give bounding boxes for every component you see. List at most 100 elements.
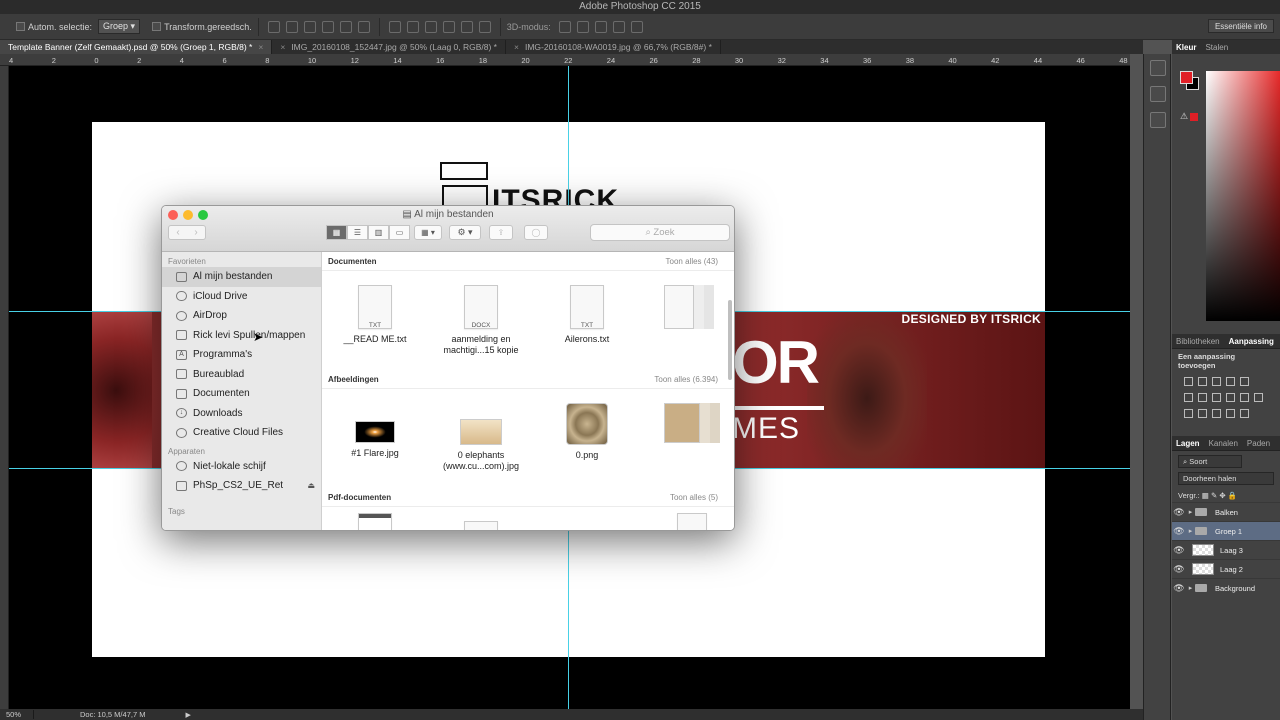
document-tab[interactable]: Template Banner (Zelf Gemaakt).psd @ 50%… (0, 40, 273, 54)
column-view-icon[interactable]: ▥ (368, 225, 389, 240)
layer-row[interactable]: 👁 Laag 3 (1172, 540, 1280, 559)
forward-button[interactable]: › (187, 226, 205, 239)
layer-kind-filter[interactable]: ⌕ Soort (1178, 455, 1242, 468)
file-item[interactable]: DOCX aanmelding en machtigi...15 kopie (428, 271, 534, 356)
selective-color-icon[interactable] (1240, 409, 1249, 418)
gamut-warning-icon[interactable]: ⚠ (1180, 111, 1188, 122)
icon-view-icon[interactable]: ▦ (326, 225, 347, 240)
list-view-icon[interactable]: ☰ (347, 225, 368, 240)
show-all-link[interactable]: Toon alles (6.394) (654, 375, 718, 384)
history-icon[interactable] (1150, 60, 1166, 76)
tab-swatches[interactable]: Stalen (1205, 43, 1228, 52)
posterize-icon[interactable] (1198, 409, 1207, 418)
sidebar-item-airdrop[interactable]: AirDrop (162, 306, 321, 326)
file-item[interactable]: 0.png (534, 389, 640, 461)
document-tab[interactable]: × IMG_20160108_152447.jpg @ 50% (Laag 0, … (272, 40, 506, 54)
slide-3d-icon[interactable] (612, 20, 625, 33)
finder-window[interactable]: ▤ Al mijn bestanden ‹ › ▦ ☰ ▥ ▭ ▦ ▾ ⚙ ▾ … (161, 205, 735, 531)
align-top-icon[interactable] (267, 20, 280, 33)
layer-row[interactable]: 👁 ▸ Groep 1 (1172, 521, 1280, 540)
distribute-center-icon[interactable] (460, 20, 473, 33)
black-white-icon[interactable] (1212, 393, 1221, 402)
close-icon[interactable]: × (280, 42, 285, 52)
coverflow-view-icon[interactable]: ▭ (389, 225, 410, 240)
tab-layers[interactable]: Lagen (1176, 439, 1200, 448)
distribute-right-icon[interactable] (478, 20, 491, 33)
distribute-middle-icon[interactable] (406, 20, 419, 33)
eject-icon[interactable]: ⏏ (307, 481, 315, 490)
lock-icons[interactable]: ▦ ✎ ✥ 🔒 (1202, 491, 1237, 500)
tag-icon[interactable]: ◯ (524, 225, 548, 240)
hue-saturation-icon[interactable] (1184, 393, 1193, 402)
eye-icon[interactable]: 👁 (1172, 526, 1186, 537)
show-all-link[interactable]: Toon alles (43) (666, 257, 718, 266)
expand-arrow-icon[interactable]: ▸ (1186, 527, 1195, 535)
color-spectrum[interactable] (1206, 71, 1280, 321)
distribute-bottom-icon[interactable] (424, 20, 437, 33)
file-item[interactable]: #1 Flare.jpg (322, 389, 428, 459)
zoom-level[interactable]: 50% (0, 710, 34, 719)
color-lookup-icon[interactable] (1254, 393, 1263, 402)
file-item[interactable] (322, 507, 428, 530)
align-right-icon[interactable] (357, 20, 370, 33)
exposure-icon[interactable] (1226, 377, 1235, 386)
levels-icon[interactable] (1198, 377, 1207, 386)
align-center-icon[interactable] (339, 20, 352, 33)
file-item[interactable] (428, 507, 534, 530)
align-bottom-icon[interactable] (303, 20, 316, 33)
action-gear-icon[interactable]: ⚙ ▾ (449, 225, 481, 240)
threshold-icon[interactable] (1212, 409, 1221, 418)
color-balance-icon[interactable] (1198, 393, 1207, 402)
expand-arrow-icon[interactable]: ▸ (1186, 508, 1195, 516)
eye-icon[interactable]: 👁 (1172, 507, 1186, 518)
layer-row[interactable]: 👁 ▸ Background (1172, 578, 1280, 597)
orbit-3d-icon[interactable] (558, 20, 571, 33)
curves-icon[interactable] (1212, 377, 1221, 386)
auto-select-dropdown[interactable]: Groep ▾ (98, 19, 141, 34)
eye-icon[interactable]: 👁 (1172, 583, 1186, 594)
distribute-top-icon[interactable] (388, 20, 401, 33)
sidebar-item-creative-cloud[interactable]: Creative Cloud Files (162, 423, 321, 443)
eye-icon[interactable]: 👁 (1172, 545, 1186, 556)
eye-icon[interactable]: 👁 (1172, 564, 1186, 575)
arrange-button[interactable]: ▦ ▾ (414, 225, 442, 240)
tab-libraries[interactable]: Bibliotheken (1176, 337, 1220, 346)
sidebar-item-applications[interactable]: A Programma's (162, 345, 321, 365)
horizontal-ruler[interactable]: 4 2 0 2 4 6 8 10 12 14 16 18 20 22 24 26 28 30 32 34 36 38 40 4… (0, 54, 1130, 66)
file-item[interactable]: TXT __READ ME.txt (322, 271, 428, 345)
share-icon[interactable]: ⇪ (489, 225, 513, 240)
roll-3d-icon[interactable] (576, 20, 589, 33)
sidebar-item-desktop[interactable]: Bureaublad (162, 365, 321, 385)
workspace-switcher[interactable]: Essentiële info (1207, 19, 1274, 33)
search-field[interactable]: ⌕ Zoek (590, 224, 730, 241)
file-stack[interactable] (658, 389, 728, 443)
close-icon[interactable]: × (514, 42, 519, 52)
sidebar-item-documents[interactable]: Documenten (162, 384, 321, 404)
file-item[interactable]: TXT Ailerons.txt (534, 271, 640, 345)
info-icon[interactable] (1150, 112, 1166, 128)
gamut-warning-swatch[interactable] (1190, 113, 1198, 121)
file-stack[interactable] (652, 271, 722, 329)
back-button[interactable]: ‹ (169, 226, 187, 239)
tab-color[interactable]: Kleur (1176, 43, 1196, 52)
status-menu-arrow-icon[interactable]: ▶ (185, 711, 190, 719)
file-stack[interactable] (662, 507, 722, 530)
blend-mode-dropdown[interactable]: Doorheen halen (1178, 472, 1274, 485)
layer-row[interactable]: 👁 Laag 2 (1172, 559, 1280, 578)
document-tab[interactable]: × IMG-20160108-WA0019.jpg @ 66,7% (RGB/8#… (506, 40, 721, 54)
brightness-icon[interactable] (1184, 377, 1193, 386)
sidebar-item-all-files[interactable]: Al mijn bestanden (162, 267, 321, 287)
sidebar-item-drive[interactable]: PhSp_CS2_UE_Ret ⏏ (162, 476, 321, 496)
invert-icon[interactable] (1184, 409, 1193, 418)
expand-arrow-icon[interactable]: ▸ (1186, 584, 1195, 592)
file-item[interactable]: 0 elephants (www.cu...com).jpg (428, 389, 534, 472)
scrollbar[interactable] (728, 300, 732, 380)
gradient-map-icon[interactable] (1226, 409, 1235, 418)
transform-checkbox[interactable] (152, 22, 162, 31)
tab-channels[interactable]: Kanalen (1209, 439, 1238, 448)
sidebar-item-remote-disc[interactable]: Niet-lokale schijf (162, 457, 321, 477)
close-icon[interactable]: × (258, 42, 263, 52)
drag-3d-icon[interactable] (594, 20, 607, 33)
foreground-color-swatch[interactable] (1180, 71, 1193, 84)
tab-paths[interactable]: Paden (1247, 439, 1270, 448)
